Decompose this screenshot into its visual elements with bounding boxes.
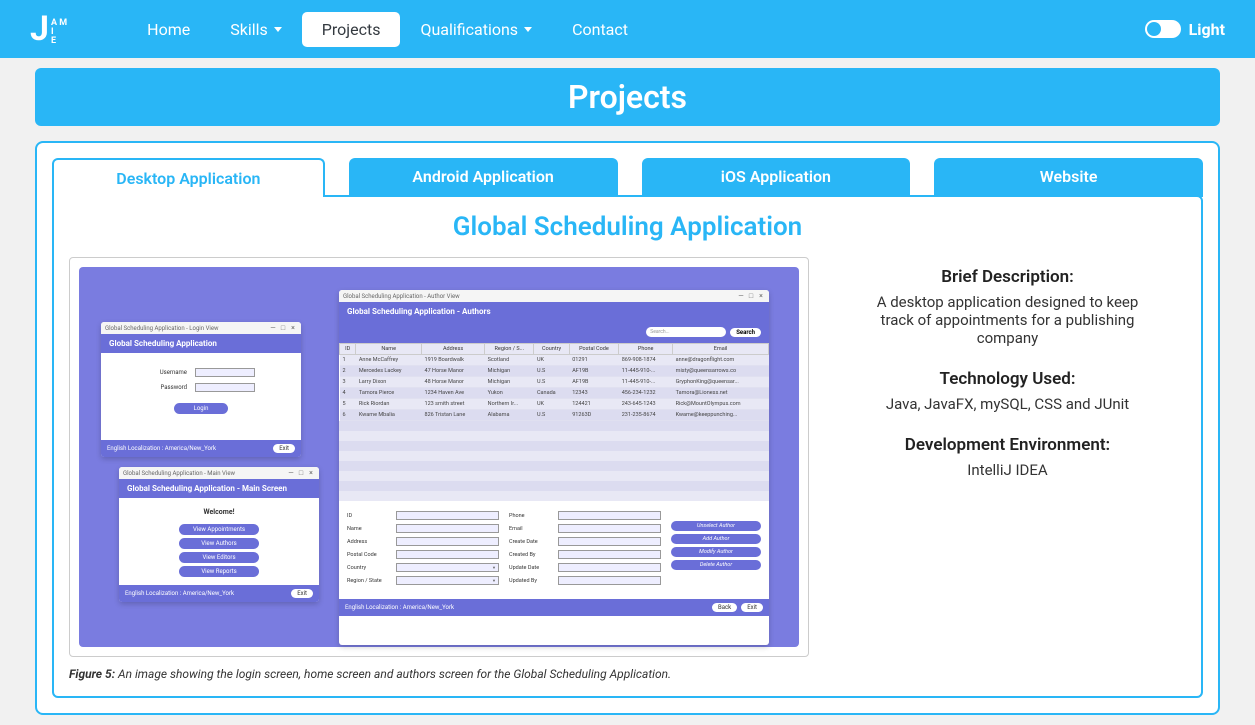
nav-left: J A M I E Home Skills Projects Qualifica… bbox=[30, 9, 648, 49]
logo-j: J bbox=[30, 9, 49, 49]
tab-website[interactable]: Website bbox=[934, 158, 1203, 197]
project-tabs: Desktop Application Android Application … bbox=[52, 158, 1203, 197]
authors-table: IDNameAddressRegion / S...CountryPostal … bbox=[339, 343, 769, 421]
nav-contact[interactable]: Contact bbox=[552, 12, 648, 47]
env-heading: Development Environment: bbox=[859, 435, 1156, 455]
window-titlebar: Global Scheduling Application - Login Vi… bbox=[101, 322, 301, 334]
figure-caption: Figure 5: An image showing the login scr… bbox=[69, 667, 809, 681]
content-box: Desktop Application Android Application … bbox=[35, 141, 1220, 715]
project-title: Global Scheduling Application bbox=[69, 212, 1186, 242]
nav-projects[interactable]: Projects bbox=[302, 12, 401, 47]
search-input: Search... bbox=[646, 327, 726, 337]
window-titlebar: Global Scheduling Application - Main Vie… bbox=[119, 467, 319, 479]
window-titlebar: Global Scheduling Application - Author V… bbox=[339, 290, 769, 302]
tech-text: Java, JavaFX, mySQL, CSS and JUnit bbox=[859, 395, 1156, 413]
app-screenshot: Global Scheduling Application - Login Vi… bbox=[79, 267, 799, 647]
top-nav: J A M I E Home Skills Projects Qualifica… bbox=[0, 0, 1255, 58]
tab-desktop[interactable]: Desktop Application bbox=[52, 158, 325, 197]
chevron-down-icon bbox=[274, 27, 282, 32]
theme-label: Light bbox=[1189, 20, 1225, 39]
nav-right: Light bbox=[1145, 20, 1225, 39]
logo-stack: A M I E bbox=[51, 19, 67, 46]
password-input bbox=[195, 383, 255, 392]
tab-ios[interactable]: iOS Application bbox=[642, 158, 911, 197]
main-header: Global Scheduling Application - Main Scr… bbox=[119, 479, 319, 498]
nav-skills[interactable]: Skills bbox=[210, 12, 302, 47]
page-container: Projects Desktop Application Android App… bbox=[0, 58, 1255, 725]
main-window: Global Scheduling Application - Main Vie… bbox=[119, 467, 319, 602]
tab-content: Global Scheduling Application Global Sch… bbox=[52, 195, 1203, 698]
login-header: Global Scheduling Application bbox=[101, 334, 301, 353]
authors-header: Global Scheduling Application - Authors bbox=[339, 302, 769, 321]
theme-toggle[interactable] bbox=[1145, 20, 1181, 38]
env-text: IntelliJ IDEA bbox=[859, 461, 1156, 479]
chevron-down-icon bbox=[524, 27, 532, 32]
username-input bbox=[195, 368, 255, 377]
page-title: Projects bbox=[35, 68, 1220, 126]
authors-window: Global Scheduling Application - Author V… bbox=[339, 290, 769, 645]
image-column: Global Scheduling Application - Login Vi… bbox=[69, 257, 809, 681]
screenshot-frame: Global Scheduling Application - Login Vi… bbox=[69, 257, 809, 657]
login-button: Login bbox=[174, 403, 229, 414]
tab-android[interactable]: Android Application bbox=[349, 158, 618, 197]
login-window: Global Scheduling Application - Login Vi… bbox=[101, 322, 301, 457]
tech-heading: Technology Used: bbox=[859, 369, 1156, 389]
nav-qualifications[interactable]: Qualifications bbox=[400, 12, 552, 47]
main-row: Global Scheduling Application - Login Vi… bbox=[69, 257, 1186, 681]
desc-text: A desktop application designed to keep t… bbox=[859, 293, 1156, 347]
logo[interactable]: J A M I E bbox=[30, 9, 67, 49]
search-button: Search bbox=[730, 328, 761, 337]
info-column: Brief Description: A desktop application… bbox=[829, 257, 1186, 681]
desc-heading: Brief Description: bbox=[859, 267, 1156, 287]
nav-home[interactable]: Home bbox=[127, 12, 210, 47]
